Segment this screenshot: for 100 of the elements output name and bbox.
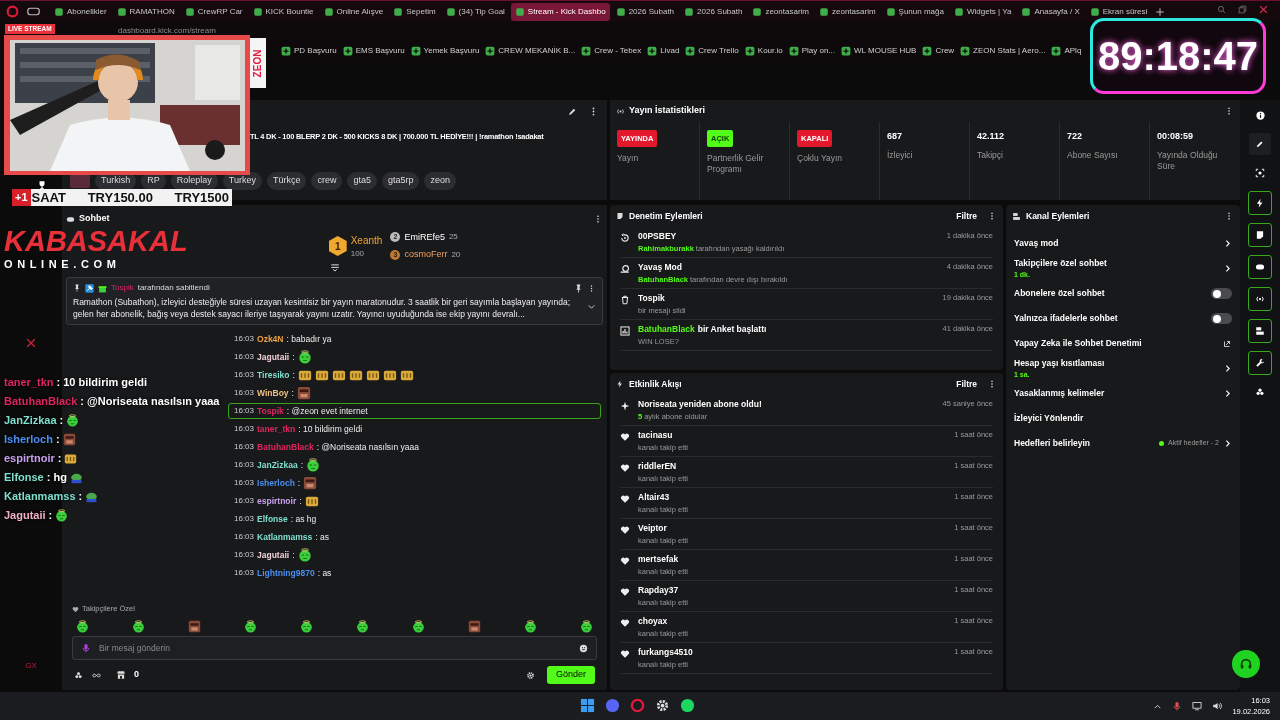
points-icon[interactable] — [1255, 387, 1265, 397]
chat-username[interactable]: Jagutaii — [257, 548, 290, 562]
chat-username[interactable]: Tiresiko — [257, 368, 290, 382]
filter-button[interactable]: Filtre — [956, 377, 977, 391]
message-composer[interactable]: Bir mesaj gönderin — [72, 636, 597, 660]
chat-username[interactable]: Jagutaii — [257, 350, 290, 364]
x-logo-icon[interactable] — [26, 338, 36, 348]
chat-username[interactable]: taner_tkn — [257, 422, 296, 436]
close-icon[interactable] — [1259, 5, 1268, 14]
bookmark[interactable]: WL MOUSE HUB — [841, 45, 917, 57]
bookmark[interactable]: Yemek Başvuru — [410, 45, 480, 57]
browser-tab[interactable]: Sepetim — [389, 2, 440, 21]
bookmark[interactable]: CREW MEKANİK B... — [485, 45, 576, 57]
browser-tab[interactable]: Şunun mağa — [881, 2, 948, 21]
browser-tab[interactable]: CrewRP Car — [180, 2, 247, 21]
chat-username[interactable]: WinBoy — [257, 386, 289, 400]
send-button[interactable]: Gönder — [546, 666, 595, 684]
bookmark[interactable]: Play on... — [788, 45, 836, 57]
tag-chip[interactable]: zeon — [424, 172, 456, 190]
chat-username[interactable]: espirtnoir — [257, 494, 297, 508]
toggle-switch[interactable] — [1211, 313, 1232, 324]
settings-row[interactable]: Yavaş mod — [1014, 231, 1232, 256]
browser-tab[interactable]: Abonelikler — [50, 2, 111, 21]
bookmark[interactable]: EMS Başvuru — [342, 45, 405, 57]
bookmark[interactable]: Crew - Tebex — [581, 45, 642, 57]
browser-logo-icon[interactable] — [6, 5, 19, 18]
tag-chip[interactable]: gta5rp — [381, 172, 420, 190]
edit-icon[interactable] — [567, 106, 578, 117]
expand-icon[interactable] — [587, 302, 596, 311]
panel-toggle-button[interactable] — [1248, 351, 1272, 375]
scroll-down-icon[interactable] — [329, 263, 340, 273]
actor-name[interactable]: BatuhanBlack — [638, 323, 695, 336]
bookmark[interactable]: ZEON Stats | Aero... — [960, 45, 1046, 57]
panel-toggle-button[interactable] — [1248, 319, 1272, 343]
browser-tab[interactable]: 2026 Subath — [680, 2, 747, 21]
bookmark[interactable]: Crew — [922, 45, 955, 57]
settings-row[interactable]: Yalnızca ifadelerle sohbet — [1014, 306, 1232, 331]
tag-chip[interactable]: gta5 — [347, 172, 377, 190]
message-time: 16:03 — [234, 513, 255, 525]
chat-username[interactable]: Katlanmamss — [257, 530, 313, 544]
chat-username[interactable]: Tospik — [257, 404, 284, 418]
browser-tab[interactable]: Ekran süresi — [1085, 2, 1152, 21]
app-icon[interactable] — [680, 698, 695, 713]
browser-tab[interactable]: Anasayfa / X — [1017, 2, 1084, 21]
restore-icon[interactable] — [1238, 5, 1247, 14]
panel-toggle-button[interactable] — [1248, 255, 1272, 279]
browser-tab[interactable]: zeontasarim — [815, 2, 880, 21]
toggle-switch[interactable] — [1211, 288, 1232, 299]
filter-button[interactable]: Filtre — [956, 209, 977, 223]
chat-username[interactable]: Lightning9870 — [257, 566, 315, 580]
settings-row[interactable]: İzleyici Yönlendir — [1014, 406, 1232, 431]
search-icon[interactable] — [1217, 5, 1226, 14]
overlay-message: : — [59, 412, 64, 428]
bookmark[interactable]: Livad — [647, 45, 680, 57]
browser-tab[interactable]: Stream - Kick Dashbo — [510, 2, 610, 21]
tag-chip[interactable]: Türkçe — [266, 172, 307, 190]
chat-username[interactable]: Ozk4N — [257, 332, 284, 346]
favicon-icon — [684, 6, 695, 17]
bookmark[interactable]: APlq — [1051, 45, 1082, 57]
address-field[interactable]: dashboard.kick.com/stream — [118, 25, 216, 37]
chat-username[interactable]: JanZizkaa — [257, 458, 298, 472]
chat-username[interactable]: Elfonse — [257, 512, 288, 526]
browser-tab[interactable]: zeontasarim — [748, 2, 813, 21]
points-count: 0 — [134, 668, 139, 682]
unpin-icon[interactable] — [574, 283, 583, 293]
browser-tab[interactable]: Online Alışve — [319, 2, 388, 21]
bookmark[interactable]: Crew Trello — [685, 45, 739, 57]
settings-row[interactable]: Yasaklanmış kelimeler — [1014, 381, 1232, 406]
new-tab-icon[interactable] — [1155, 6, 1166, 17]
panel-toggle-button[interactable] — [1248, 223, 1272, 247]
panel-toggle-button[interactable] — [1248, 287, 1272, 311]
start-icon[interactable] — [580, 698, 595, 713]
settings-icon[interactable] — [525, 670, 535, 680]
focus-icon[interactable] — [1255, 168, 1265, 178]
chat-username[interactable]: BatuhanBlack — [257, 440, 314, 454]
settings-row[interactable]: Abonelere özel sohbet — [1014, 281, 1232, 306]
chat-username[interactable]: Isherloch — [257, 476, 295, 490]
mic-icon[interactable] — [1172, 701, 1183, 712]
bookmark[interactable]: Kour.io — [744, 45, 783, 57]
browser-tab[interactable]: (34) Tip Goal — [441, 2, 509, 21]
panel-toggle-button[interactable] — [1248, 191, 1272, 215]
message-text: : as — [317, 566, 332, 580]
store-icon[interactable] — [116, 670, 126, 680]
browser-tab[interactable]: 2026 Subath — [611, 2, 679, 21]
tag-chip[interactable]: crew — [311, 172, 343, 190]
gamepad-icon[interactable] — [27, 5, 40, 18]
info-icon[interactable] — [1254, 110, 1266, 121]
browser-tab[interactable]: RAMATHON — [112, 2, 179, 21]
settings-row[interactable]: Yapay Zeka ile Sohbet Denetimi — [1014, 331, 1232, 356]
help-button[interactable] — [1232, 650, 1260, 678]
mic-icon[interactable] — [81, 643, 91, 653]
network-icon[interactable] — [1192, 701, 1203, 712]
volume-icon[interactable] — [1212, 701, 1223, 712]
bookmark[interactable]: PD Başvuru — [281, 45, 337, 57]
points-icon[interactable] — [74, 670, 83, 680]
emoji-icon[interactable] — [579, 643, 588, 653]
message-input[interactable]: Bir mesaj gönderin — [99, 641, 571, 655]
browser-tab[interactable]: Widgets | Ya — [949, 2, 1016, 21]
browser-tab[interactable]: KICK Bountie — [248, 2, 318, 21]
edit-button[interactable] — [1249, 133, 1271, 155]
